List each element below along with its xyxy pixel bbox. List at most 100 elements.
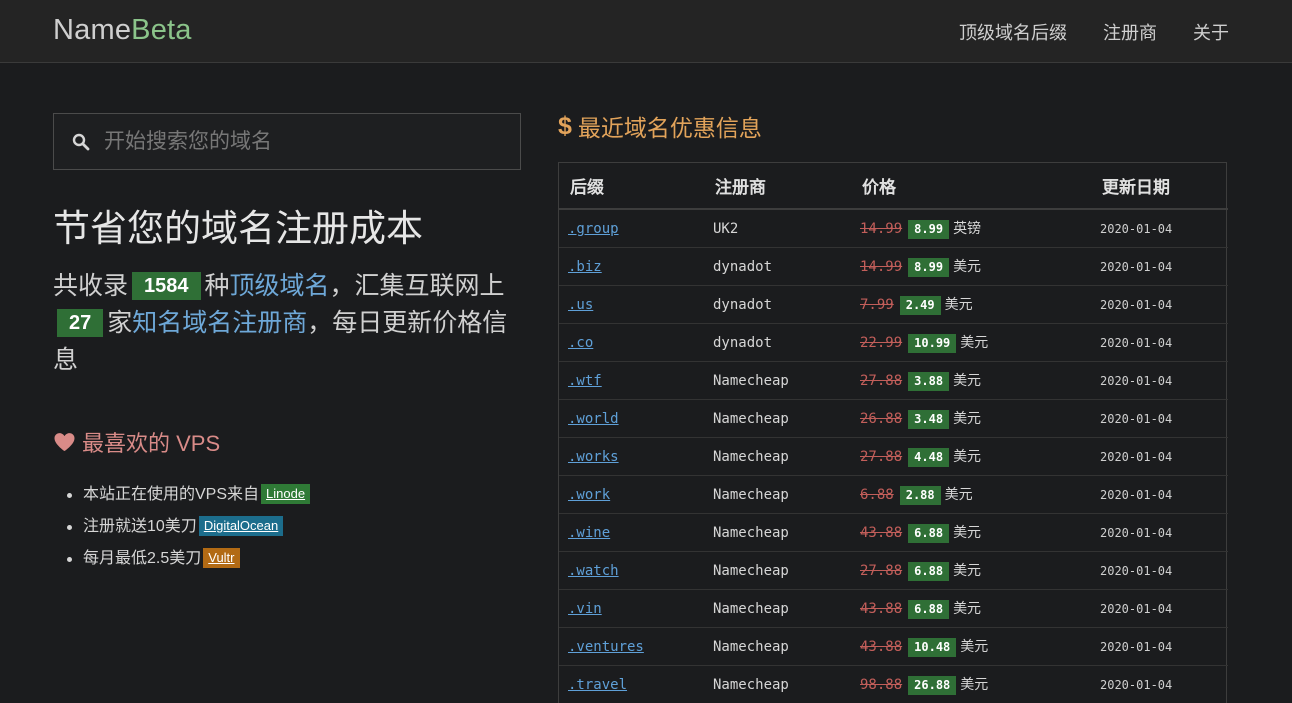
old-price: 22.99 bbox=[860, 334, 903, 351]
suffix-cell: .vin bbox=[559, 589, 704, 628]
deals-title-text: 最近域名优惠信息 bbox=[577, 115, 762, 141]
registrar-cell: Namecheap bbox=[704, 475, 851, 514]
currency-label: 美元 bbox=[953, 409, 982, 426]
brand-logo[interactable]: NameBeta bbox=[53, 14, 192, 47]
digitalocean-link[interactable]: DigitalOcean bbox=[198, 516, 284, 536]
suffix-link[interactable]: .watch bbox=[568, 563, 619, 579]
update-date: 2020-01-04 bbox=[1100, 450, 1173, 464]
linode-link[interactable]: Linode bbox=[261, 484, 311, 504]
update-date: 2020-01-04 bbox=[1100, 336, 1173, 350]
nav-link-about[interactable]: 关于 bbox=[1193, 19, 1229, 45]
suffix-link[interactable]: .work bbox=[568, 487, 610, 503]
update-date: 2020-01-04 bbox=[1100, 374, 1173, 388]
suffix-link[interactable]: .wtf bbox=[568, 373, 602, 389]
suffix-link[interactable]: .travel bbox=[568, 677, 627, 693]
old-price: 27.88 bbox=[860, 448, 903, 465]
old-price: 27.88 bbox=[860, 562, 903, 579]
column-header-registrar[interactable]: 注册商 bbox=[704, 163, 851, 210]
suffix-link[interactable]: .biz bbox=[568, 259, 602, 275]
table-row: .travel Namecheap 98.88 26.88 美元 2020-01-04 bbox=[559, 665, 1228, 703]
vultr-link[interactable]: Vultr bbox=[203, 548, 240, 568]
registrar-name: Namecheap bbox=[713, 448, 789, 465]
suffix-cell: .wine bbox=[559, 513, 704, 552]
registrar-cell: Namecheap bbox=[704, 437, 851, 476]
date-cell: 2020-01-04 bbox=[1091, 361, 1228, 400]
table-row: .works Namecheap 27.88 4.48 美元 2020-01-04 bbox=[559, 437, 1228, 476]
table-row: .us dynadot 7.99 2.49 美元 2020-01-04 bbox=[559, 285, 1228, 324]
currency-label: 美元 bbox=[953, 447, 982, 464]
update-date: 2020-01-04 bbox=[1100, 412, 1173, 426]
new-price-badge: 2.88 bbox=[899, 485, 941, 505]
date-cell: 2020-01-04 bbox=[1091, 513, 1228, 552]
update-date: 2020-01-04 bbox=[1100, 602, 1173, 616]
new-price-badge: 4.48 bbox=[908, 447, 950, 467]
suffix-link[interactable]: .works bbox=[568, 449, 619, 465]
registrar-name: Namecheap bbox=[713, 562, 789, 579]
new-price-badge: 8.99 bbox=[908, 257, 950, 277]
suffix-cell: .work bbox=[559, 475, 704, 514]
table-row: .wine Namecheap 43.88 6.88 美元 2020-01-04 bbox=[559, 513, 1228, 552]
vps-item-digitalocean: 注册就送10美刀 DigitalOcean bbox=[66, 515, 310, 547]
currency-label: 美元 bbox=[944, 485, 973, 502]
new-price-badge: 6.88 bbox=[908, 523, 950, 543]
old-price: 43.88 bbox=[860, 600, 903, 617]
price-cell: 27.88 3.88 美元 bbox=[851, 361, 1091, 400]
registrar-link[interactable]: 知名域名注册商 bbox=[132, 309, 307, 337]
table-row: .wtf Namecheap 27.88 3.88 美元 2020-01-04 bbox=[559, 361, 1228, 400]
registrar-cell: Namecheap bbox=[704, 627, 851, 666]
suffix-cell: .world bbox=[559, 399, 704, 438]
column-header-date[interactable]: 更新日期 bbox=[1091, 163, 1228, 210]
date-cell: 2020-01-04 bbox=[1091, 437, 1228, 476]
column-header-price[interactable]: 价格 bbox=[851, 163, 1091, 210]
registrar-name: Namecheap bbox=[713, 372, 789, 389]
vps-item-text: 注册就送10美刀 bbox=[83, 518, 197, 535]
update-date: 2020-01-04 bbox=[1100, 298, 1173, 312]
registrar-cell: dynadot bbox=[704, 247, 851, 286]
new-price-badge: 3.88 bbox=[908, 371, 950, 391]
table-row: .vin Namecheap 43.88 6.88 美元 2020-01-04 bbox=[559, 589, 1228, 628]
registrar-cell: Namecheap bbox=[704, 513, 851, 552]
search-box bbox=[53, 113, 521, 170]
search-input[interactable] bbox=[104, 114, 504, 169]
old-price: 7.99 bbox=[860, 296, 894, 313]
suffix-link[interactable]: .world bbox=[568, 411, 619, 427]
suffix-link[interactable]: .co bbox=[568, 335, 593, 351]
suffix-cell: .travel bbox=[559, 665, 704, 703]
old-price: 14.99 bbox=[860, 258, 903, 275]
suffix-cell: .group bbox=[559, 209, 704, 248]
price-cell: 43.88 6.88 美元 bbox=[851, 589, 1091, 628]
suffix-link[interactable]: .ventures bbox=[568, 639, 644, 655]
currency-label: 美元 bbox=[960, 675, 989, 692]
update-date: 2020-01-04 bbox=[1100, 678, 1173, 692]
suffix-cell: .biz bbox=[559, 247, 704, 286]
new-price-badge: 2.49 bbox=[899, 295, 941, 315]
new-price-badge: 10.48 bbox=[908, 637, 957, 657]
price-cell: 6.88 2.88 美元 bbox=[851, 475, 1091, 514]
registrar-cell: Namecheap bbox=[704, 361, 851, 400]
column-header-suffix[interactable]: 后缀 bbox=[559, 163, 704, 210]
new-price-badge: 6.88 bbox=[908, 561, 950, 581]
registrar-name: Namecheap bbox=[713, 676, 789, 693]
date-cell: 2020-01-04 bbox=[1091, 247, 1228, 286]
suffix-cell: .wtf bbox=[559, 361, 704, 400]
suffix-link[interactable]: .us bbox=[568, 297, 593, 313]
date-cell: 2020-01-04 bbox=[1091, 665, 1228, 703]
nav-link-registrars[interactable]: 注册商 bbox=[1103, 19, 1157, 45]
registrar-name: dynadot bbox=[713, 296, 773, 313]
brand-name: Name bbox=[53, 14, 132, 46]
update-date: 2020-01-04 bbox=[1100, 640, 1173, 654]
tld-link[interactable]: 顶级域名 bbox=[230, 272, 330, 300]
dollar-icon: $ bbox=[558, 111, 572, 140]
suffix-link[interactable]: .vin bbox=[568, 601, 602, 617]
hero-title: 节省您的域名注册成本 bbox=[53, 208, 423, 249]
date-cell: 2020-01-04 bbox=[1091, 551, 1228, 590]
nav-link-tld[interactable]: 顶级域名后缀 bbox=[959, 19, 1067, 45]
update-date: 2020-01-04 bbox=[1100, 222, 1173, 237]
vps-list: 本站正在使用的VPS来自 Linode 注册就送10美刀 DigitalOcean … bbox=[66, 483, 311, 579]
suffix-link[interactable]: .wine bbox=[568, 525, 610, 541]
price-cell: 27.88 6.88 美元 bbox=[851, 551, 1091, 590]
search-icon bbox=[72, 133, 90, 151]
suffix-link[interactable]: .group bbox=[568, 221, 619, 237]
deals-section-title: $ 最近域名优惠信息 bbox=[558, 109, 762, 143]
registrar-cell: Namecheap bbox=[704, 589, 851, 628]
